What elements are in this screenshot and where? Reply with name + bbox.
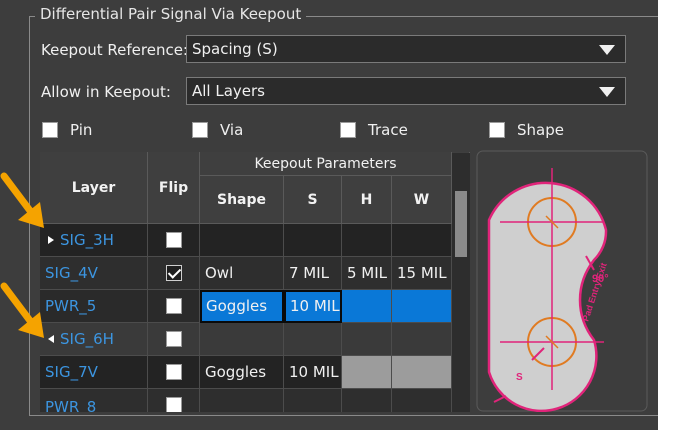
s-cell[interactable] [284, 224, 342, 257]
table-row[interactable]: SIG_6H [40, 323, 470, 356]
layer-name: SIG_3H [60, 231, 114, 249]
via-checkbox-box[interactable] [192, 122, 208, 138]
pin-checkbox-label: Pin [70, 121, 93, 139]
s-cell[interactable]: 10 MIL [284, 290, 342, 323]
layer-cell[interactable]: SIG_4V [40, 257, 148, 290]
s-cell[interactable] [284, 323, 342, 356]
flip-checkbox[interactable] [166, 232, 182, 248]
s-value: 10 MIL [290, 297, 340, 315]
table-row[interactable]: SIG_3H [40, 224, 470, 257]
flip-checkbox[interactable] [166, 397, 182, 412]
s-cell[interactable] [284, 389, 342, 412]
shape-checkbox-label: Shape [517, 121, 564, 139]
column-group-keepout-parameters: Keepout Parameters [200, 152, 452, 176]
keepout-reference-value: Spacing (S) [192, 40, 278, 58]
layer-name: SIG_4V [45, 264, 98, 282]
layer-cell[interactable]: PWR_8 [40, 389, 148, 412]
table-row[interactable]: SIG_7V Goggles 10 MIL [40, 356, 470, 389]
w-value: 15 MIL [397, 264, 447, 282]
h-cell[interactable] [342, 389, 392, 412]
keepout-panel: Differential Pair Signal Via Keepout Kee… [0, 0, 661, 430]
w-cell-disabled [392, 356, 452, 389]
flip-checkbox[interactable] [166, 298, 182, 314]
shape-cell[interactable] [200, 389, 284, 412]
h-cell[interactable] [342, 323, 392, 356]
chevron-down-icon [599, 87, 615, 97]
layer-cell[interactable]: PWR_5 [40, 290, 148, 323]
flip-cell[interactable] [148, 257, 200, 290]
w-cell[interactable] [392, 290, 452, 323]
column-header-layer[interactable]: Layer [40, 152, 148, 224]
column-header-s[interactable]: S [284, 176, 342, 224]
h-value: 5 MIL [347, 264, 388, 282]
table-row-selected[interactable]: PWR_5 Goggles 10 MIL [40, 290, 470, 323]
column-header-h[interactable]: H [342, 176, 392, 224]
w-cell[interactable] [392, 224, 452, 257]
layer-cell[interactable]: SIG_7V [40, 356, 148, 389]
s-value: 10 MIL [289, 363, 339, 381]
shape-value: Goggles [205, 363, 267, 381]
flip-checkbox[interactable] [166, 265, 182, 281]
h-cell-disabled [342, 356, 392, 389]
trace-checkbox-label: Trace [368, 121, 408, 139]
chevron-down-icon [599, 45, 615, 55]
column-header-w[interactable]: W [392, 176, 452, 224]
keepout-reference-select[interactable]: Spacing (S) [186, 35, 626, 63]
allow-in-keepout-select[interactable]: All Layers [186, 77, 626, 105]
column-header-shape[interactable]: Shape [200, 176, 284, 224]
expand-arrow-icon[interactable] [48, 236, 54, 244]
table-row[interactable]: PWR_8 [40, 389, 470, 412]
shape-cell[interactable]: Owl [200, 257, 284, 290]
keepout-reference-label: Keepout Reference: [41, 41, 188, 59]
angle-label: 90° [592, 273, 609, 285]
flip-checkbox[interactable] [166, 331, 182, 347]
table-scrollbar[interactable] [452, 153, 470, 412]
layer-cell[interactable]: SIG_3H [40, 224, 148, 257]
h-cell[interactable] [342, 290, 392, 323]
allow-in-keepout-value: All Layers [192, 82, 266, 100]
pin-checkbox-box[interactable] [42, 122, 58, 138]
flip-cell[interactable] [148, 356, 200, 389]
keepout-table: Layer Flip Keepout Parameters Shape S H … [40, 152, 470, 412]
scrollbar-thumb[interactable] [455, 191, 467, 257]
w-cell[interactable]: 15 MIL [392, 257, 452, 290]
shape-cell[interactable]: Goggles [200, 290, 284, 323]
column-header-flip[interactable]: Flip [148, 152, 200, 224]
h-cell[interactable] [342, 224, 392, 257]
layer-name: SIG_7V [45, 363, 98, 381]
table-row[interactable]: SIG_4V Owl 7 MIL 5 MIL 15 MIL [40, 257, 470, 290]
layer-name: PWR_5 [45, 297, 97, 315]
keepout-shape-diagram: Pad Entry/Exit 90° S [476, 150, 648, 412]
flip-cell[interactable] [148, 389, 200, 412]
shape-cell[interactable] [200, 323, 284, 356]
layer-cell[interactable]: SIG_6H [40, 323, 148, 356]
layer-name: PWR_8 [45, 398, 97, 412]
flip-cell[interactable] [148, 224, 200, 257]
layer-name: SIG_6H [60, 330, 114, 348]
flip-checkbox[interactable] [166, 364, 182, 380]
s-cell[interactable]: 10 MIL [284, 356, 342, 389]
window-edge [658, 0, 674, 430]
trace-checkbox-box[interactable] [340, 122, 356, 138]
flip-cell[interactable] [148, 323, 200, 356]
shape-value: Goggles [206, 297, 268, 315]
collapse-arrow-icon[interactable] [48, 335, 54, 343]
spacing-label: S [516, 372, 523, 383]
flip-cell[interactable] [148, 290, 200, 323]
shape-cell[interactable] [200, 224, 284, 257]
allow-in-keepout-label: Allow in Keepout: [41, 83, 171, 101]
shape-cell[interactable]: Goggles [200, 356, 284, 389]
pointer-arrow-icon [0, 282, 44, 338]
shape-checkbox-box[interactable] [489, 122, 505, 138]
h-cell[interactable]: 5 MIL [342, 257, 392, 290]
w-cell[interactable] [392, 389, 452, 412]
groupbox-title: Differential Pair Signal Via Keepout [35, 5, 307, 23]
w-cell[interactable] [392, 323, 452, 356]
via-checkbox-label: Via [220, 121, 244, 139]
s-cell[interactable]: 7 MIL [284, 257, 342, 290]
pointer-arrow-icon [0, 172, 44, 228]
s-value: 7 MIL [289, 264, 330, 282]
shape-value: Owl [205, 264, 234, 282]
